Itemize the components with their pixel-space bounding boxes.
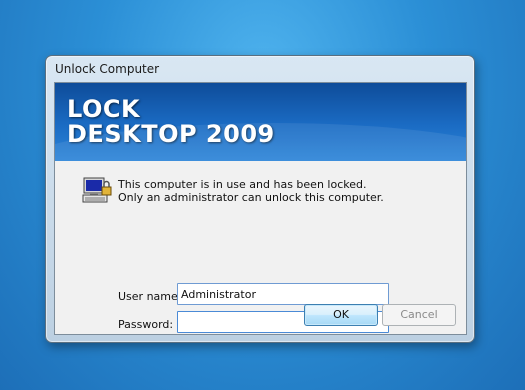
username-label: User name: bbox=[118, 290, 182, 303]
banner-title-line2: DESKTOP 2009 bbox=[67, 120, 275, 148]
banner-title-line1: LOCK bbox=[67, 95, 141, 123]
dialog-client-area: LOCK DESKTOP 2009 This computer is in us… bbox=[54, 82, 467, 335]
ok-button[interactable]: OK bbox=[304, 304, 378, 326]
cancel-button[interactable]: Cancel bbox=[382, 304, 456, 326]
lock-message-line2: Only an administrator can unlock this co… bbox=[118, 191, 384, 204]
window-title: Unlock Computer bbox=[55, 62, 160, 76]
banner: LOCK DESKTOP 2009 bbox=[55, 83, 466, 161]
username-field[interactable] bbox=[177, 283, 389, 305]
unlock-computer-dialog: Unlock Computer LOCK DESKTOP 2009 This c… bbox=[45, 55, 475, 343]
lock-message-line1: This computer is in use and has been loc… bbox=[118, 178, 367, 191]
computer-lock-icon bbox=[82, 177, 112, 203]
lock-message: This computer is in use and has been loc… bbox=[118, 178, 384, 204]
password-label: Password: bbox=[118, 318, 174, 331]
